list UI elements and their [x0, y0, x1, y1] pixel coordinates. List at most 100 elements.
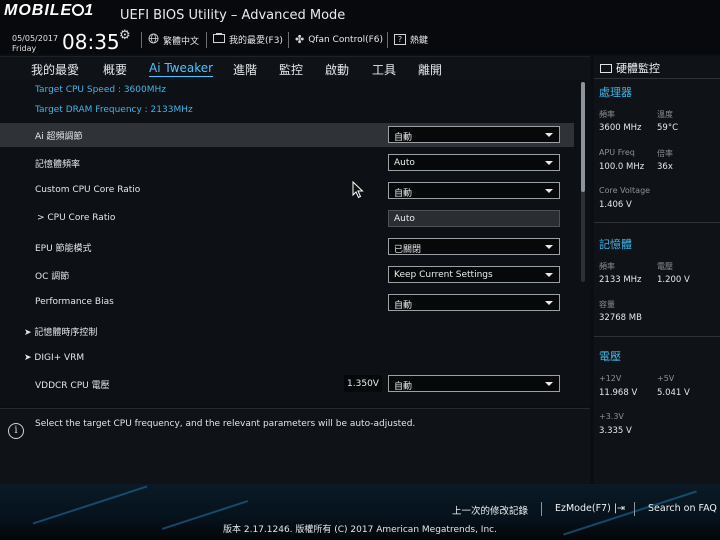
setting-label: 記憶體頻率: [35, 160, 81, 170]
voltage-3v3-label: +3.3V: [599, 412, 624, 421]
language-button[interactable]: 繁體中文: [148, 33, 199, 47]
target-cpu-speed: Target CPU Speed : 3600MHz: [35, 85, 166, 95]
cpu-temperature-value: 59°C: [657, 123, 679, 133]
voltage-12v-label: +12V: [599, 374, 622, 383]
setting-row-epu-power-saving[interactable]: EPU 節能模式 已關閉: [0, 235, 574, 259]
favorites-icon: [213, 33, 225, 46]
decorative-streak: [32, 485, 148, 525]
expand-arrow-icon: ➤: [24, 353, 35, 363]
gear-icon[interactable]: ⚙: [119, 28, 131, 43]
setting-label: Performance Bias: [35, 297, 114, 307]
tab-tool[interactable]: 工具: [372, 61, 396, 78]
voltage-heading: 電壓: [599, 350, 621, 363]
scrollbar-thumb[interactable]: [581, 82, 585, 192]
footer-bar: 上一次的修改記錄 EzMode(F7) |⇥ Search on FAQ 版本 …: [0, 484, 720, 540]
cpu-frequency-value: 3600 MHz: [599, 123, 642, 133]
ezmode-button[interactable]: EzMode(F7) |⇥: [555, 503, 625, 514]
ai-overclock-dropdown[interactable]: 自動: [388, 126, 560, 143]
dropdown-value: Auto: [394, 158, 415, 168]
setting-row-performance-bias[interactable]: Performance Bias 自動: [0, 291, 574, 315]
chevron-down-icon: [545, 273, 553, 277]
setting-row-vddcr-cpu-voltage[interactable]: VDDCR CPU 電壓 1.350V 自動: [0, 372, 574, 396]
globe-icon: [148, 33, 159, 47]
hardware-monitor-label: 硬體監控: [616, 62, 660, 75]
help-bar: i Select the target CPU frequency, and t…: [0, 408, 590, 484]
date-display: 05/05/2017 Friday: [12, 34, 58, 54]
last-modified-button[interactable]: 上一次的修改記錄: [452, 503, 528, 517]
apu-frequency-label: APU Freq: [599, 148, 635, 157]
hotkeys-label: 熱鍵: [410, 36, 429, 46]
divider: [206, 32, 207, 48]
voltage-5v-label: +5V: [657, 374, 675, 383]
chevron-down-icon: [545, 133, 553, 137]
oc-tuner-dropdown[interactable]: Keep Current Settings: [388, 266, 560, 283]
tab-advanced[interactable]: 進階: [233, 61, 257, 78]
submenu-dram-timing-control[interactable]: ➤ 記憶體時序控制: [0, 319, 574, 343]
setting-label: VDDCR CPU 電壓: [35, 381, 110, 391]
tab-ai-tweaker[interactable]: Ai Tweaker: [149, 61, 214, 77]
dropdown-value: 自動: [394, 189, 413, 199]
cpu-frequency-label: 頻率: [599, 110, 615, 119]
performance-bias-dropdown[interactable]: 自動: [388, 294, 560, 311]
vddcr-cpu-voltage-dropdown[interactable]: 自動: [388, 375, 560, 392]
qfan-button[interactable]: ✤ Qfan Control(F6): [295, 33, 383, 46]
divider: [594, 336, 720, 337]
exit-arrow-icon: |⇥: [613, 503, 625, 514]
divider: [288, 32, 289, 48]
cpu-core-ratio-field: Auto: [388, 210, 560, 227]
divider: [141, 32, 142, 48]
divider: [387, 32, 388, 48]
tab-exit[interactable]: 離開: [418, 61, 442, 78]
setting-label: EPU 節能模式: [35, 244, 92, 254]
epu-power-saving-dropdown[interactable]: 已關閉: [388, 238, 560, 255]
favorites-label: 我的最愛(F3): [229, 36, 283, 46]
help-text: Select the target CPU frequency, and the…: [35, 419, 416, 429]
voltage-5v-value: 5.041 V: [657, 388, 690, 398]
memory-frequency-dropdown[interactable]: Auto: [388, 154, 560, 171]
setting-row-custom-cpu-core-ratio[interactable]: Custom CPU Core Ratio 自動: [0, 179, 574, 203]
dropdown-value: 自動: [394, 133, 413, 143]
cpu-temperature-label: 溫度: [657, 110, 673, 119]
search-faq-button[interactable]: Search on FAQ: [648, 503, 717, 514]
language-label: 繁體中文: [163, 36, 200, 47]
tab-favorites[interactable]: 我的最愛: [31, 61, 79, 78]
memory-heading: 記憶體: [599, 238, 632, 251]
copyright-text: 版本 2.17.1246. 版權所有 (C) 2017 American Meg…: [223, 525, 497, 535]
tab-monitor[interactable]: 監控: [279, 61, 303, 78]
weekday-text: Friday: [12, 44, 37, 53]
window-title: UEFI BIOS Utility – Advanced Mode: [120, 8, 346, 23]
core-voltage-value: 1.406 V: [599, 200, 632, 210]
dropdown-value: Keep Current Settings: [394, 270, 493, 280]
chevron-down-icon: [545, 189, 553, 193]
current-voltage-readout: 1.350V: [344, 375, 382, 392]
setting-label: OC 調節: [35, 272, 70, 282]
submenu-digi-vrm[interactable]: ➤ DIGI+ VRM: [0, 347, 574, 371]
header-bar: MOBILE 1 UEFI BIOS Utility – Advanced Mod…: [0, 0, 720, 54]
dropdown-value: 自動: [394, 382, 413, 392]
divider: [594, 222, 720, 223]
divider: [541, 502, 542, 516]
setting-row-ai-overclock[interactable]: Ai 超頻調節 自動: [0, 123, 574, 147]
custom-cpu-core-ratio-dropdown[interactable]: 自動: [388, 182, 560, 199]
brand-logo: MOBILE 1: [4, 2, 95, 19]
setting-label: Custom CPU Core Ratio: [35, 185, 141, 195]
setting-label: Ai 超頻調節: [35, 132, 83, 142]
chevron-down-icon: [545, 161, 553, 165]
submenu-label: ➤ 記憶體時序控制: [24, 325, 97, 338]
setting-row-oc-tuner[interactable]: OC 調節 Keep Current Settings: [0, 263, 574, 287]
setting-row-memory-frequency[interactable]: 記憶體頻率 Auto: [0, 151, 574, 175]
memory-capacity-value: 32768 MB: [599, 313, 642, 323]
tab-overview[interactable]: 概要: [103, 61, 127, 78]
qfan-label: Qfan Control(F6): [308, 34, 384, 45]
settings-panel: Target CPU Speed : 3600MHz Target DRAM F…: [0, 80, 590, 406]
tab-boot[interactable]: 啟動: [325, 61, 349, 78]
favorites-button[interactable]: 我的最愛(F3): [213, 33, 283, 46]
voltage-12v-value: 11.968 V: [599, 388, 638, 398]
cpu-ratio-label: 倍率: [657, 149, 673, 158]
expand-arrow-icon: ➤: [24, 328, 35, 338]
hotkeys-button[interactable]: ? 熱鍵: [394, 33, 428, 46]
submenu-text: 記憶體時序控制: [34, 328, 98, 338]
hardware-monitor-panel: 硬體監控 處理器 頻率 溫度 3600 MHz 59°C APU Freq 倍率…: [594, 56, 720, 484]
main-tabs: 我的最愛 概要 Ai Tweaker 進階 監控 啟動 工具 離開: [0, 56, 590, 80]
clock: 08:35: [62, 30, 120, 54]
